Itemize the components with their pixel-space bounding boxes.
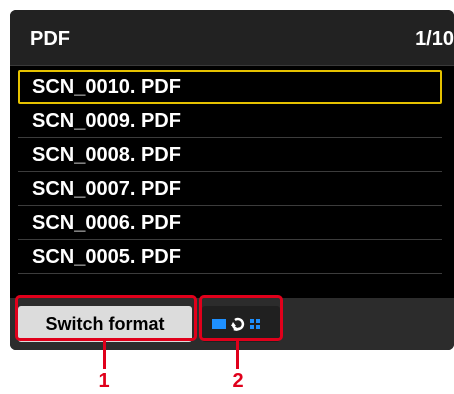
callout-number-2: 2 bbox=[232, 370, 244, 392]
callout-number-1: 1 bbox=[98, 370, 110, 392]
callout-line-2 bbox=[236, 341, 239, 369]
screen-header: PDF 1/10 bbox=[10, 10, 454, 66]
page-indicator: 1/10 bbox=[415, 28, 454, 50]
file-item[interactable]: SCN_0007. PDF bbox=[18, 172, 442, 206]
file-item[interactable]: SCN_0006. PDF bbox=[18, 206, 442, 240]
callout-line-1 bbox=[103, 341, 106, 369]
callout-box-switch-format bbox=[15, 295, 197, 341]
file-item[interactable]: SCN_0005. PDF bbox=[18, 240, 442, 274]
screen-title: PDF bbox=[30, 28, 70, 50]
file-item[interactable]: SCN_0009. PDF bbox=[18, 104, 442, 138]
callout-box-view-toggle bbox=[199, 295, 283, 341]
file-item[interactable]: SCN_0008. PDF bbox=[18, 138, 442, 172]
file-list: SCN_0010. PDF SCN_0009. PDF SCN_0008. PD… bbox=[10, 66, 454, 298]
file-item[interactable]: SCN_0010. PDF bbox=[18, 70, 442, 104]
